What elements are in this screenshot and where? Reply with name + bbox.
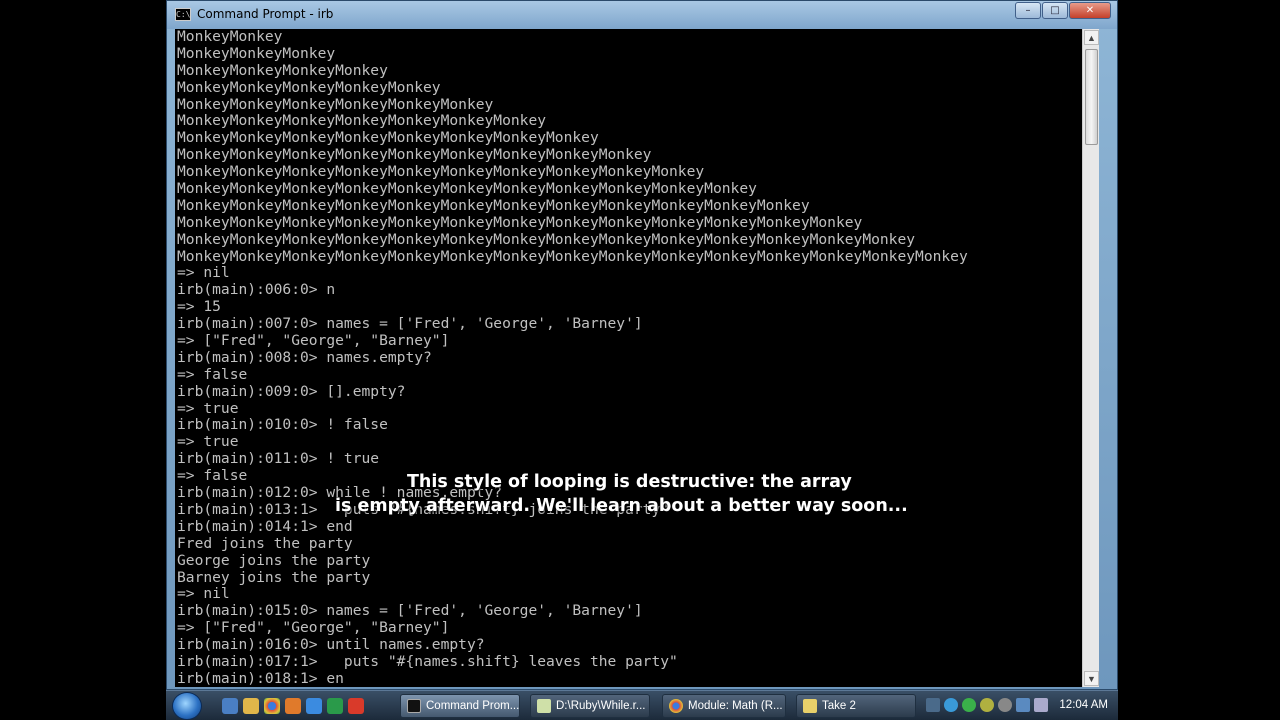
task-label: D:\Ruby\While.r... [556,700,646,712]
console-line: MonkeyMonkeyMonkeyMonkeyMonkey [177,78,441,96]
task-label: Command Prom... [426,700,520,712]
close-button[interactable]: ✕ [1069,2,1111,19]
console-line: irb(main):006:0> n [177,281,336,299]
firefox-icon[interactable] [285,698,301,714]
taskbar: Command Prom... D:\Ruby\While.r... Modul… [166,690,1118,720]
tray-security-icon[interactable] [962,698,976,712]
window-title: Command Prompt - irb [197,7,334,21]
console-line: MonkeyMonkeyMonkeyMonkeyMonkeyMonkeyMonk… [177,146,652,164]
console-line: => ["Fred", "George", "Barney"] [177,619,450,637]
scroll-thumb[interactable] [1085,49,1098,145]
system-tray [926,698,1048,712]
cmd-icon: C:\ [175,8,191,21]
right-letterbox [1118,0,1280,720]
console-output: MonkeyMonkey MonkeyMonkeyMonkey MonkeyMonk… [177,29,968,687]
tray-app-icon[interactable] [998,698,1012,712]
console-line: => nil [177,264,230,282]
console-line: Barney joins the party [177,568,371,586]
title-bar[interactable]: C:\ Command Prompt - irb – □ ✕ [167,1,1117,29]
minimize-button[interactable]: – [1015,2,1041,19]
console-line: => true [177,399,239,417]
scroll-up-arrow-icon[interactable]: ▲ [1084,30,1099,45]
gmail-icon[interactable] [348,698,364,714]
caption-line-1: This style of looping is destructive: th… [407,472,852,492]
console-line: => nil [177,585,230,603]
console-line: irb(main):016:0> until names.empty? [177,636,485,654]
chrome-icon[interactable] [264,698,280,714]
console-line: irb(main):008:0> names.empty? [177,348,432,366]
command-prompt-window[interactable]: C:\ Command Prompt - irb – □ ✕ MonkeyMon… [166,0,1118,690]
task-take-2[interactable]: Take 2 [796,694,916,718]
console-line: MonkeyMonkey [177,29,283,45]
task-label: Take 2 [822,700,856,712]
console-line: MonkeyMonkeyMonkeyMonkey [177,61,388,79]
console-line: MonkeyMonkeyMonkeyMonkeyMonkeyMonkey [177,95,494,113]
tray-volume-icon[interactable] [1034,698,1048,712]
console-line: MonkeyMonkeyMonkeyMonkeyMonkeyMonkeyMonk… [177,213,863,231]
console-line: MonkeyMonkeyMonkeyMonkeyMonkeyMonkeyMonk… [177,129,599,147]
notepad-task-icon [537,699,551,713]
console-line: MonkeyMonkeyMonkeyMonkeyMonkeyMonkeyMonk… [177,112,547,130]
maximize-button[interactable]: □ [1042,2,1068,19]
console-line: irb(main):007:0> names = ['Fred', 'Georg… [177,315,643,333]
left-letterbox [0,0,166,720]
tray-update-icon[interactable] [980,698,994,712]
cmd-task-icon [407,699,421,713]
console-line: irb(main):017:1> puts "#{names.shift} le… [177,652,678,670]
chrome-task-icon [669,699,683,713]
caption-line-2: is empty afterward. We'll learn about a … [335,496,908,516]
window-controls: – □ ✕ [1014,2,1111,19]
console-line: => ["Fred", "George", "Barney"] [177,332,450,350]
console-line: => 15 [177,298,221,316]
console-line: MonkeyMonkeyMonkeyMonkeyMonkeyMonkeyMonk… [177,230,916,248]
console-area[interactable]: MonkeyMonkey MonkeyMonkeyMonkey MonkeyMonk… [175,29,1099,687]
console-line: => false [177,365,248,383]
console-line: MonkeyMonkeyMonkeyMonkeyMonkeyMonkeyMonk… [177,196,810,214]
console-line: MonkeyMonkeyMonkeyMonkeyMonkeyMonkeyMonk… [177,163,705,181]
task-command-prompt[interactable]: Command Prom... [400,694,520,718]
console-line: irb(main):009:0> [].empty? [177,382,406,400]
folder-task-icon [803,699,817,713]
media-player-icon[interactable] [327,698,343,714]
tray-display-icon[interactable] [1016,698,1030,712]
tray-network-icon[interactable] [944,698,958,712]
console-line: irb(main):010:0> ! false [177,416,388,434]
console-line: irb(main):014:1> end [177,517,353,535]
console-line: MonkeyMonkeyMonkey [177,44,336,62]
explorer-icon[interactable] [243,698,259,714]
console-line: MonkeyMonkeyMonkeyMonkeyMonkeyMonkeyMonk… [177,247,968,265]
vertical-scrollbar[interactable]: ▲ ▼ [1082,29,1099,687]
console-line: irb(main):018:1> en [177,669,344,687]
console-line: => true [177,433,239,451]
console-line: MonkeyMonkeyMonkeyMonkeyMonkeyMonkeyMonk… [177,180,757,198]
task-while-file[interactable]: D:\Ruby\While.r... [530,694,650,718]
clock[interactable]: 12:04 AM [1059,699,1108,711]
console-line: Fred joins the party [177,534,353,552]
console-line: George joins the party [177,551,371,569]
console-line: irb(main):011:0> ! true [177,450,380,468]
task-browser-math[interactable]: Module: Math (R... [662,694,786,718]
tray-expand-icon[interactable] [926,698,940,712]
scroll-down-arrow-icon[interactable]: ▼ [1084,671,1099,686]
console-line: irb(main):015:0> names = ['Fred', 'Georg… [177,602,643,620]
video-caption: This style of looping is destructive: th… [335,470,975,518]
ie-icon[interactable] [306,698,322,714]
quick-launch [222,698,364,714]
start-button[interactable] [172,692,202,720]
task-label: Module: Math (R... [688,700,783,712]
show-desktop-icon[interactable] [222,698,238,714]
